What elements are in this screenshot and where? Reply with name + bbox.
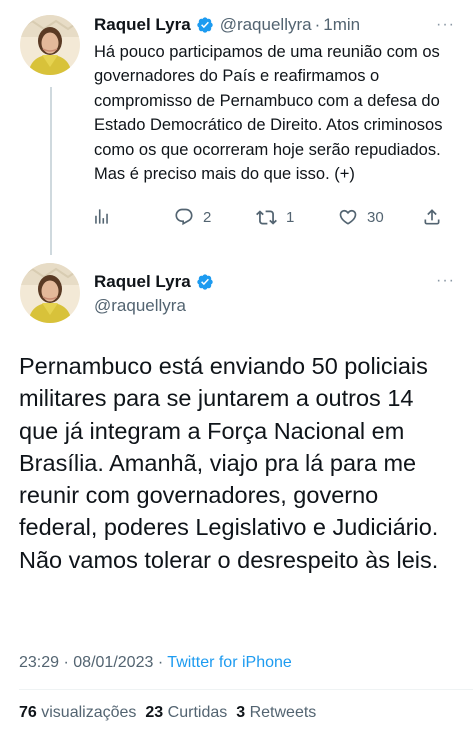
views-stat[interactable]: 76 visualizações — [19, 704, 136, 721]
retweet-button[interactable]: 1 — [256, 207, 294, 228]
retweets-stat[interactable]: 3 Retweets — [236, 704, 316, 721]
author-name[interactable]: Raquel Lyra — [94, 15, 191, 35]
retweet-arrows-icon — [256, 207, 277, 228]
likes-count: 23 — [145, 704, 164, 721]
tweet-actions: 2 1 30 — [92, 207, 448, 233]
avatar[interactable] — [20, 263, 80, 323]
tweet-stats: 76 visualizações 23 Curtidas 3 Retweets — [19, 704, 316, 722]
verified-badge-icon — [196, 16, 214, 34]
author-handle[interactable]: @raquellyra — [220, 15, 312, 35]
tweet-date[interactable]: 08/01/2023 — [73, 654, 153, 671]
retweets-count: 3 — [236, 704, 246, 721]
verified-badge-icon — [196, 273, 214, 291]
share-upload-icon — [422, 207, 442, 227]
retweets-label: Retweets — [249, 704, 317, 721]
reply-button[interactable]: 2 — [174, 207, 211, 227]
thread-connector-line — [50, 87, 52, 255]
tweet-text: Pernambuco está enviando 50 policiais mi… — [19, 353, 439, 573]
tweet-header: Raquel Lyra @raquellyra · 1min ··· — [94, 14, 455, 36]
analytics-button[interactable] — [92, 207, 111, 226]
share-button[interactable] — [422, 207, 442, 227]
heart-icon — [338, 207, 358, 227]
tweet-header: Raquel Lyra — [94, 272, 214, 292]
like-count: 30 — [367, 208, 384, 226]
author-handle[interactable]: @raquellyra — [94, 296, 186, 316]
reply-bubble-icon — [174, 207, 194, 227]
analytics-bars-icon — [92, 207, 111, 226]
reply-count: 2 — [203, 208, 212, 226]
views-label: visualizações — [41, 704, 137, 721]
author-name[interactable]: Raquel Lyra — [94, 272, 191, 292]
separator-dot: · — [314, 15, 321, 34]
more-dots-icon[interactable]: ··· — [436, 16, 455, 34]
retweet-count: 1 — [286, 209, 295, 226]
tweet-time[interactable]: 1min — [323, 15, 360, 35]
views-count: 76 — [19, 704, 37, 721]
tweet-source-link[interactable]: Twitter for iPhone — [167, 654, 292, 671]
separator-dot: · — [157, 654, 164, 671]
divider — [19, 689, 473, 690]
tweet-time[interactable]: 23:29 — [19, 654, 59, 671]
likes-stat[interactable]: 23 Curtidas — [145, 704, 227, 721]
separator-dot: · — [63, 654, 69, 671]
tweet-text: Há pouco participamos de uma reunião com… — [94, 43, 443, 184]
more-dots-icon[interactable]: ··· — [436, 272, 455, 290]
tweet-metadata: 23:29 · 08/01/2023 · Twitter for iPhone — [19, 654, 292, 672]
avatar[interactable] — [20, 15, 80, 75]
like-button[interactable]: 30 — [338, 207, 384, 227]
likes-label: Curtidas — [167, 704, 228, 721]
